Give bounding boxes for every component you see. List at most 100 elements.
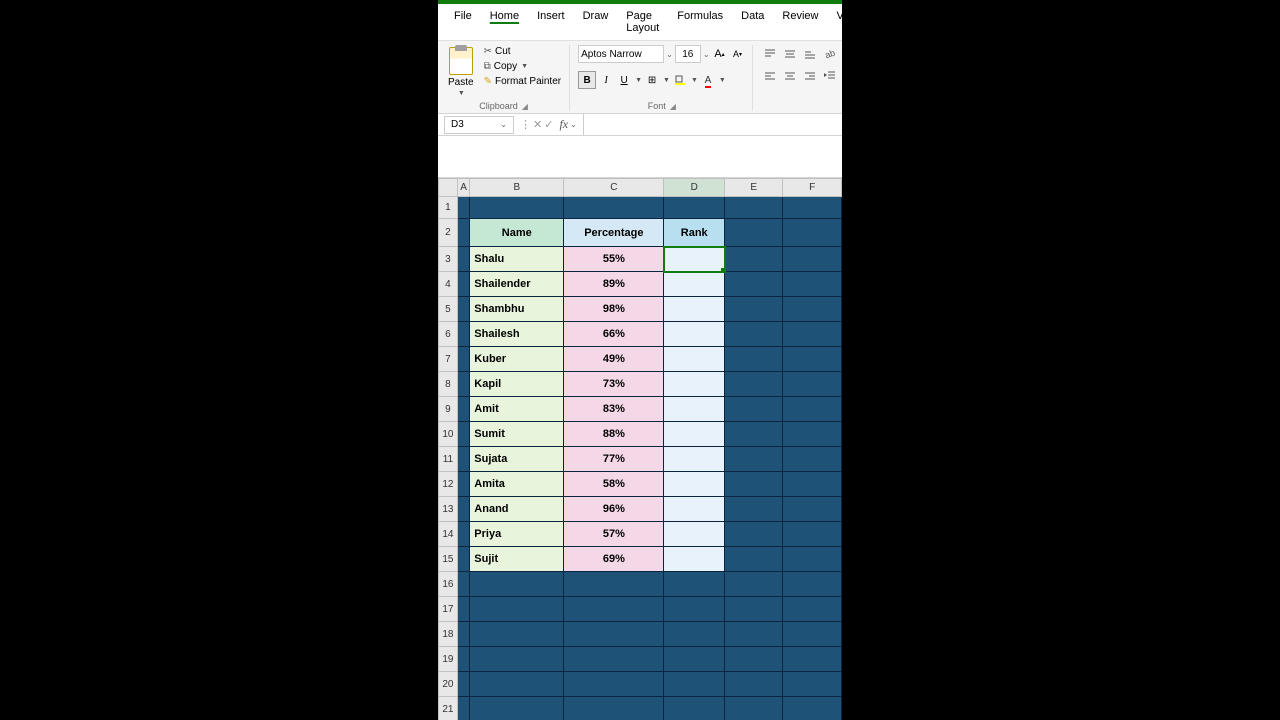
cell[interactable] (725, 272, 783, 297)
align-middle-button[interactable] (781, 45, 799, 63)
col-header-C[interactable]: C (564, 179, 664, 197)
row-header[interactable]: 10 (439, 422, 458, 447)
percentage-cell[interactable]: 69% (564, 547, 664, 572)
cell[interactable] (564, 697, 664, 720)
row-header[interactable]: 4 (439, 272, 458, 297)
percentage-cell[interactable]: 88% (564, 422, 664, 447)
row-header[interactable]: 11 (439, 447, 458, 472)
row-header[interactable]: 16 (439, 572, 458, 597)
cell[interactable] (783, 672, 842, 697)
paste-button[interactable]: Paste ▼ (444, 45, 478, 99)
cell[interactable] (725, 472, 783, 497)
rank-cell[interactable] (664, 497, 725, 522)
cell[interactable] (664, 697, 725, 720)
cell[interactable] (783, 247, 842, 272)
cell[interactable] (457, 497, 470, 522)
row-header[interactable]: 9 (439, 397, 458, 422)
cell[interactable] (725, 672, 783, 697)
rank-cell[interactable] (664, 422, 725, 447)
font-name-select[interactable] (578, 45, 664, 63)
cell[interactable] (725, 247, 783, 272)
rank-cell[interactable] (664, 297, 725, 322)
cell[interactable] (725, 597, 783, 622)
cell[interactable] (725, 497, 783, 522)
cell[interactable] (783, 422, 842, 447)
percentage-cell[interactable]: 58% (564, 472, 664, 497)
percentage-cell[interactable]: 83% (564, 397, 664, 422)
worksheet[interactable]: A B C D E F 1 (438, 178, 842, 720)
cell[interactable] (725, 372, 783, 397)
dialog-launcher-icon[interactable]: ◢ (522, 102, 528, 111)
cell[interactable] (564, 672, 664, 697)
cell[interactable] (783, 447, 842, 472)
cell[interactable] (457, 247, 470, 272)
percentage-cell[interactable]: 77% (564, 447, 664, 472)
menu-data[interactable]: Data (733, 6, 772, 38)
rank-cell[interactable] (664, 472, 725, 497)
menu-draw[interactable]: Draw (575, 6, 617, 38)
cell[interactable] (783, 197, 842, 219)
row-header[interactable]: 3 (439, 247, 458, 272)
cell[interactable] (564, 197, 664, 219)
cell[interactable] (783, 697, 842, 720)
percentage-cell[interactable]: 98% (564, 297, 664, 322)
name-cell[interactable]: Shailender (470, 272, 564, 297)
percentage-cell[interactable]: 73% (564, 372, 664, 397)
chevron-down-icon[interactable]: ⌄ (666, 50, 673, 59)
cell[interactable] (725, 622, 783, 647)
percentage-cell[interactable]: 55% (564, 247, 664, 272)
formula-bar-expanded[interactable] (438, 136, 842, 178)
rank-cell[interactable] (664, 347, 725, 372)
name-cell[interactable]: Amita (470, 472, 564, 497)
cell[interactable] (783, 272, 842, 297)
decrease-font-button[interactable]: A▾ (730, 46, 746, 62)
rank-cell[interactable] (664, 397, 725, 422)
chevron-down-icon[interactable]: ⌄ (570, 120, 577, 129)
name-cell[interactable]: Kapil (470, 372, 564, 397)
cell[interactable] (457, 347, 470, 372)
menu-review[interactable]: Review (774, 6, 826, 38)
cell[interactable] (470, 697, 564, 720)
rank-cell[interactable] (664, 272, 725, 297)
percentage-cell[interactable]: 49% (564, 347, 664, 372)
fx-icon[interactable]: fx (559, 117, 568, 132)
cell[interactable] (457, 422, 470, 447)
increase-font-button[interactable]: A▴ (712, 46, 728, 62)
row-header[interactable]: 2 (439, 219, 458, 247)
cell[interactable] (457, 622, 470, 647)
cell[interactable] (664, 622, 725, 647)
copy-button[interactable]: ⧉ Copy ▼ (482, 60, 564, 73)
cell[interactable] (457, 297, 470, 322)
cell[interactable] (725, 522, 783, 547)
cell[interactable] (564, 647, 664, 672)
cell[interactable] (664, 197, 725, 219)
format-painter-button[interactable]: ✎ Format Painter (482, 75, 564, 88)
cell[interactable] (470, 622, 564, 647)
cell[interactable] (783, 219, 842, 247)
fill-color-button[interactable] (672, 72, 688, 88)
row-header[interactable]: 13 (439, 497, 458, 522)
cell[interactable] (564, 597, 664, 622)
row-header[interactable]: 19 (439, 647, 458, 672)
cell[interactable] (470, 672, 564, 697)
name-box[interactable]: D3 ⌄ (444, 116, 514, 134)
cell[interactable] (783, 347, 842, 372)
row-header[interactable]: 12 (439, 472, 458, 497)
menu-view[interactable]: Vie (828, 6, 860, 38)
row-header[interactable]: 1 (439, 197, 458, 219)
menu-formulas[interactable]: Formulas (669, 6, 731, 38)
row-header[interactable]: 8 (439, 372, 458, 397)
menu-home[interactable]: Home (482, 6, 527, 38)
cell[interactable] (457, 547, 470, 572)
cell[interactable] (783, 572, 842, 597)
cell[interactable] (457, 272, 470, 297)
name-cell[interactable]: Shailesh (470, 322, 564, 347)
confirm-formula-button[interactable]: ✓ (544, 118, 553, 131)
cell[interactable] (457, 697, 470, 720)
cell[interactable] (783, 397, 842, 422)
cell[interactable] (783, 622, 842, 647)
row-header[interactable]: 21 (439, 697, 458, 720)
row-header[interactable]: 14 (439, 522, 458, 547)
col-header-F[interactable]: F (783, 179, 842, 197)
header-percentage-cell[interactable]: Percentage (564, 219, 664, 247)
